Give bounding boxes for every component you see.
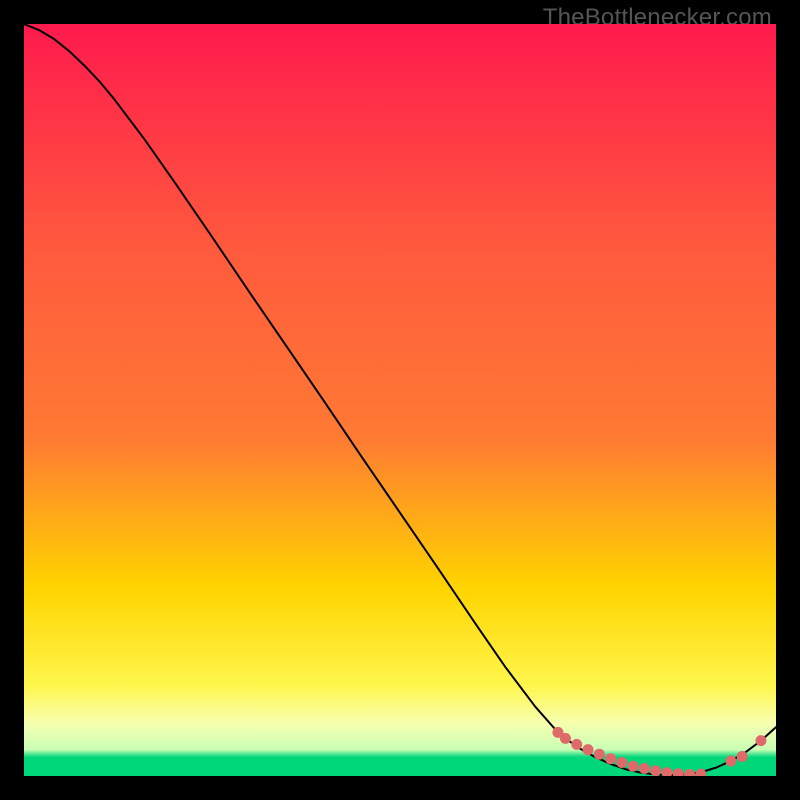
- marker-dot: [628, 761, 639, 772]
- chart-svg: [24, 24, 776, 776]
- marker-dot: [583, 744, 594, 755]
- marker-dot: [639, 763, 650, 774]
- marker-dot: [650, 765, 661, 776]
- marker-dot: [594, 749, 605, 760]
- plot-area: [24, 24, 776, 776]
- chart-frame: TheBottlenecker.com: [0, 0, 800, 800]
- marker-dot: [725, 755, 736, 766]
- marker-dot: [755, 735, 766, 746]
- marker-dot: [616, 757, 627, 768]
- marker-dot: [571, 739, 582, 750]
- marker-dot: [605, 753, 616, 764]
- marker-dot: [560, 733, 571, 744]
- marker-dot: [737, 751, 748, 762]
